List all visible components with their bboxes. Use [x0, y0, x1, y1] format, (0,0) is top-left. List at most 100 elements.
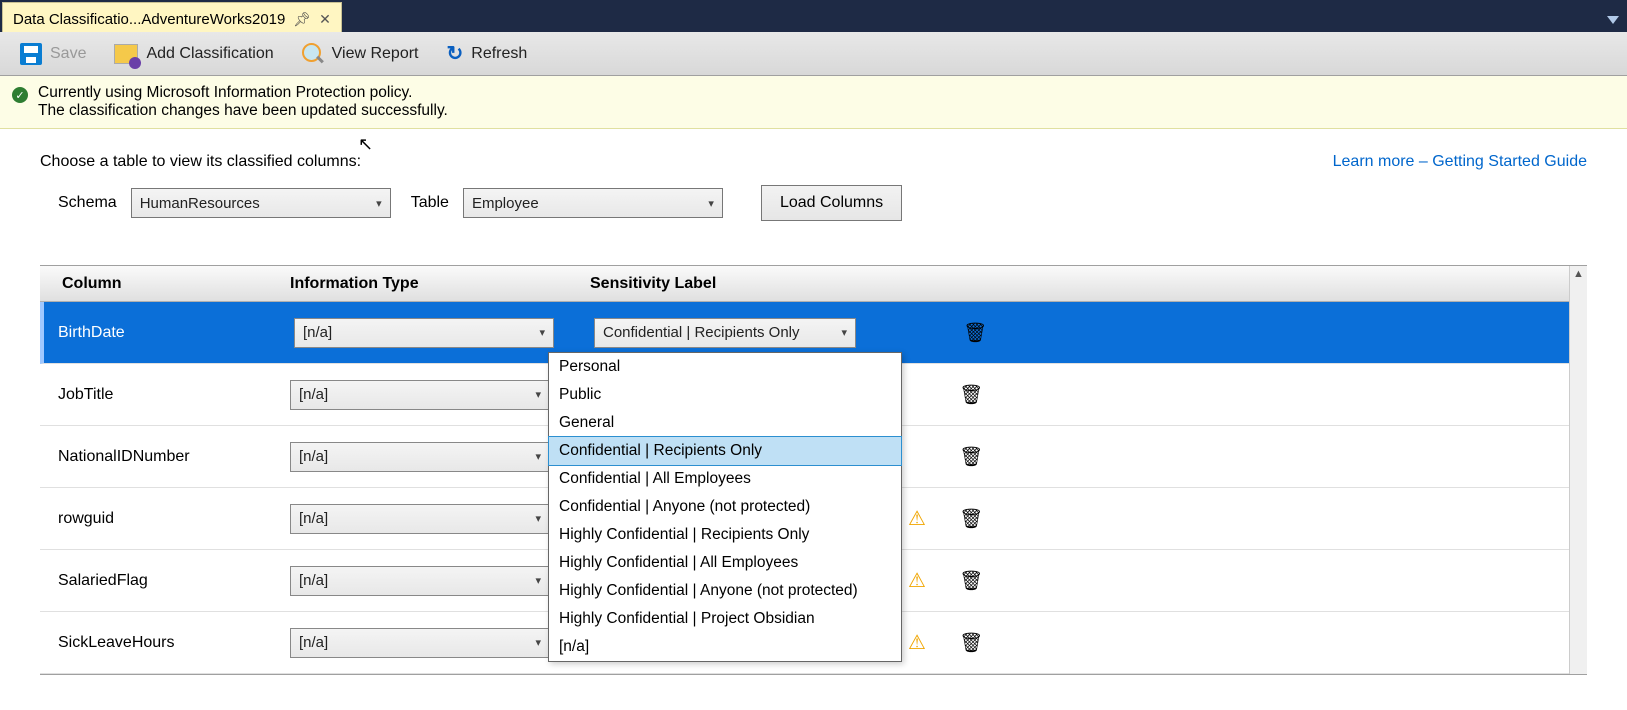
save-button[interactable]: Save [6, 37, 100, 71]
dropdown-option[interactable]: Highly Confidential | Recipients Only [549, 521, 901, 549]
chevron-down-icon: ▾ [535, 450, 541, 463]
selector-row: Schema HumanResources ▾ Table Employee ▾… [40, 185, 1587, 221]
info-type-dropdown[interactable]: [n/a]▾ [290, 628, 550, 658]
dropdown-option[interactable]: [n/a] [549, 633, 901, 661]
notification-line-1: Currently using Microsoft Information Pr… [38, 84, 448, 102]
column-name: BirthDate [44, 324, 294, 342]
delete-cell: 🗑︎ [944, 507, 998, 531]
header-sensitivity: Sensitivity Label [590, 275, 890, 293]
delete-cell: 🗑︎ [948, 321, 1002, 345]
titlebar-dropdown-icon[interactable] [1607, 16, 1619, 24]
delete-cell: 🗑︎ [944, 445, 998, 469]
table-label: Table [411, 194, 449, 212]
grid-body: BirthDate [n/a] ▾ Confidential | Recipients… [40, 302, 1587, 674]
delete-cell: 🗑︎ [944, 383, 998, 407]
trash-icon[interactable]: 🗑︎ [959, 571, 983, 592]
schema-value: HumanResources [140, 195, 260, 212]
sensitivity-value: Confidential | Recipients Only [603, 324, 800, 341]
prompt-row: Choose a table to view its classified co… [40, 153, 1587, 171]
vertical-scrollbar[interactable]: ▲ [1569, 266, 1587, 674]
column-name: rowguid [40, 510, 290, 528]
save-icon [20, 43, 42, 65]
info-type-dropdown[interactable]: [n/a]▾ [290, 380, 550, 410]
classification-grid: Column Information Type Sensitivity Labe… [40, 265, 1587, 675]
table-dropdown[interactable]: Employee ▾ [463, 188, 723, 218]
dropdown-option[interactable]: Confidential | Recipients Only [548, 436, 902, 466]
load-columns-button[interactable]: Load Columns [761, 185, 902, 221]
info-type-cell: [n/a] ▾ [290, 442, 590, 472]
warning-icon: ⚠︎ [908, 568, 926, 593]
schema-label: Schema [58, 194, 117, 212]
success-icon: ✓ [12, 87, 28, 103]
column-name: SalariedFlag [40, 572, 290, 590]
dropdown-option[interactable]: Highly Confidential | Anyone (not protec… [549, 577, 901, 605]
dropdown-option[interactable]: Personal [549, 353, 901, 381]
column-name: JobTitle [40, 386, 290, 404]
dropdown-option[interactable]: Confidential | All Employees [549, 465, 901, 493]
dropdown-option[interactable]: General [549, 409, 901, 437]
info-type-dropdown[interactable]: [n/a] ▾ [294, 318, 554, 348]
grid-header: Column Information Type Sensitivity Labe… [40, 266, 1587, 302]
trash-icon[interactable]: 🗑︎ [963, 323, 987, 344]
header-info-type: Information Type [290, 275, 590, 293]
info-type-value: [n/a] [299, 448, 328, 465]
scroll-up-icon[interactable]: ▲ [1570, 266, 1587, 280]
delete-cell: 🗑︎ [944, 569, 998, 593]
info-type-cell: [n/a]▾ [290, 380, 590, 410]
chevron-down-icon: ▾ [539, 326, 545, 339]
header-column: Column [40, 275, 290, 293]
warning-icon: ⚠︎ [908, 506, 926, 531]
chevron-down-icon: ▾ [535, 512, 541, 525]
title-bar: Data Classificatio...AdventureWorks2019 … [0, 0, 1627, 32]
warning-icon: ⚠︎ [908, 630, 926, 655]
notification-bar: ✓ Currently using Microsoft Information … [0, 76, 1627, 129]
info-type-value: [n/a] [303, 324, 332, 341]
column-name: NationalIDNumber [40, 448, 290, 466]
info-type-dropdown[interactable]: [n/a] ▾ [290, 504, 550, 534]
info-type-cell: [n/a] ▾ [290, 504, 590, 534]
dropdown-option[interactable]: Confidential | Anyone (not protected) [549, 493, 901, 521]
classification-icon [114, 44, 138, 64]
choose-table-prompt: Choose a table to view its classified co… [40, 153, 361, 171]
info-type-dropdown[interactable]: [n/a] ▾ [290, 566, 550, 596]
dropdown-option[interactable]: Highly Confidential | All Employees [549, 549, 901, 577]
refresh-icon: ↻ [447, 41, 464, 66]
trash-icon[interactable]: 🗑︎ [959, 633, 983, 654]
sensitivity-dropdown-panel[interactable]: PersonalPublicGeneralConfidential | Reci… [548, 352, 902, 662]
main-content: Choose a table to view its classified co… [0, 129, 1627, 675]
refresh-button[interactable]: ↻ Refresh [433, 35, 542, 72]
schema-dropdown[interactable]: HumanResources ▾ [131, 188, 391, 218]
info-type-dropdown[interactable]: [n/a] ▾ [290, 442, 550, 472]
sensitivity-cell: Confidential | Recipients Only▾ [594, 318, 894, 348]
learn-more-link[interactable]: Learn more – Getting Started Guide [1333, 153, 1587, 171]
column-name: SickLeaveHours [40, 634, 290, 652]
search-icon [302, 43, 324, 65]
chevron-down-icon: ▾ [535, 574, 541, 587]
view-report-label: View Report [332, 45, 419, 63]
view-report-button[interactable]: View Report [288, 37, 433, 71]
dropdown-option[interactable]: Highly Confidential | Project Obsidian [549, 605, 901, 633]
notification-text: Currently using Microsoft Information Pr… [38, 84, 448, 120]
dropdown-option[interactable]: Public [549, 381, 901, 409]
add-classification-label: Add Classification [146, 45, 273, 63]
close-icon[interactable]: ✕ [319, 11, 331, 28]
trash-icon[interactable]: 🗑︎ [959, 385, 983, 406]
chevron-down-icon: ▾ [376, 197, 382, 210]
document-tab[interactable]: Data Classificatio...AdventureWorks2019 … [2, 2, 342, 32]
tab-title: Data Classificatio...AdventureWorks2019 [13, 11, 285, 28]
table-value: Employee [472, 195, 539, 212]
add-classification-button[interactable]: Add Classification [100, 38, 287, 70]
info-type-value: [n/a] [299, 572, 328, 589]
info-type-cell: [n/a] ▾ [290, 566, 590, 596]
toolbar: Save Add Classification View Report ↻ Re… [0, 32, 1627, 76]
trash-icon[interactable]: 🗑︎ [959, 447, 983, 468]
notification-line-2: The classification changes have been upd… [38, 102, 448, 120]
sensitivity-dropdown[interactable]: Confidential | Recipients Only▾ [594, 318, 856, 348]
chevron-down-icon: ▾ [708, 197, 714, 210]
trash-icon[interactable]: 🗑︎ [959, 509, 983, 530]
info-type-value: [n/a] [299, 634, 328, 651]
delete-cell: 🗑︎ [944, 631, 998, 655]
info-type-value: [n/a] [299, 510, 328, 527]
save-label: Save [50, 45, 86, 63]
pin-icon[interactable]: 📌︎ [293, 11, 311, 28]
